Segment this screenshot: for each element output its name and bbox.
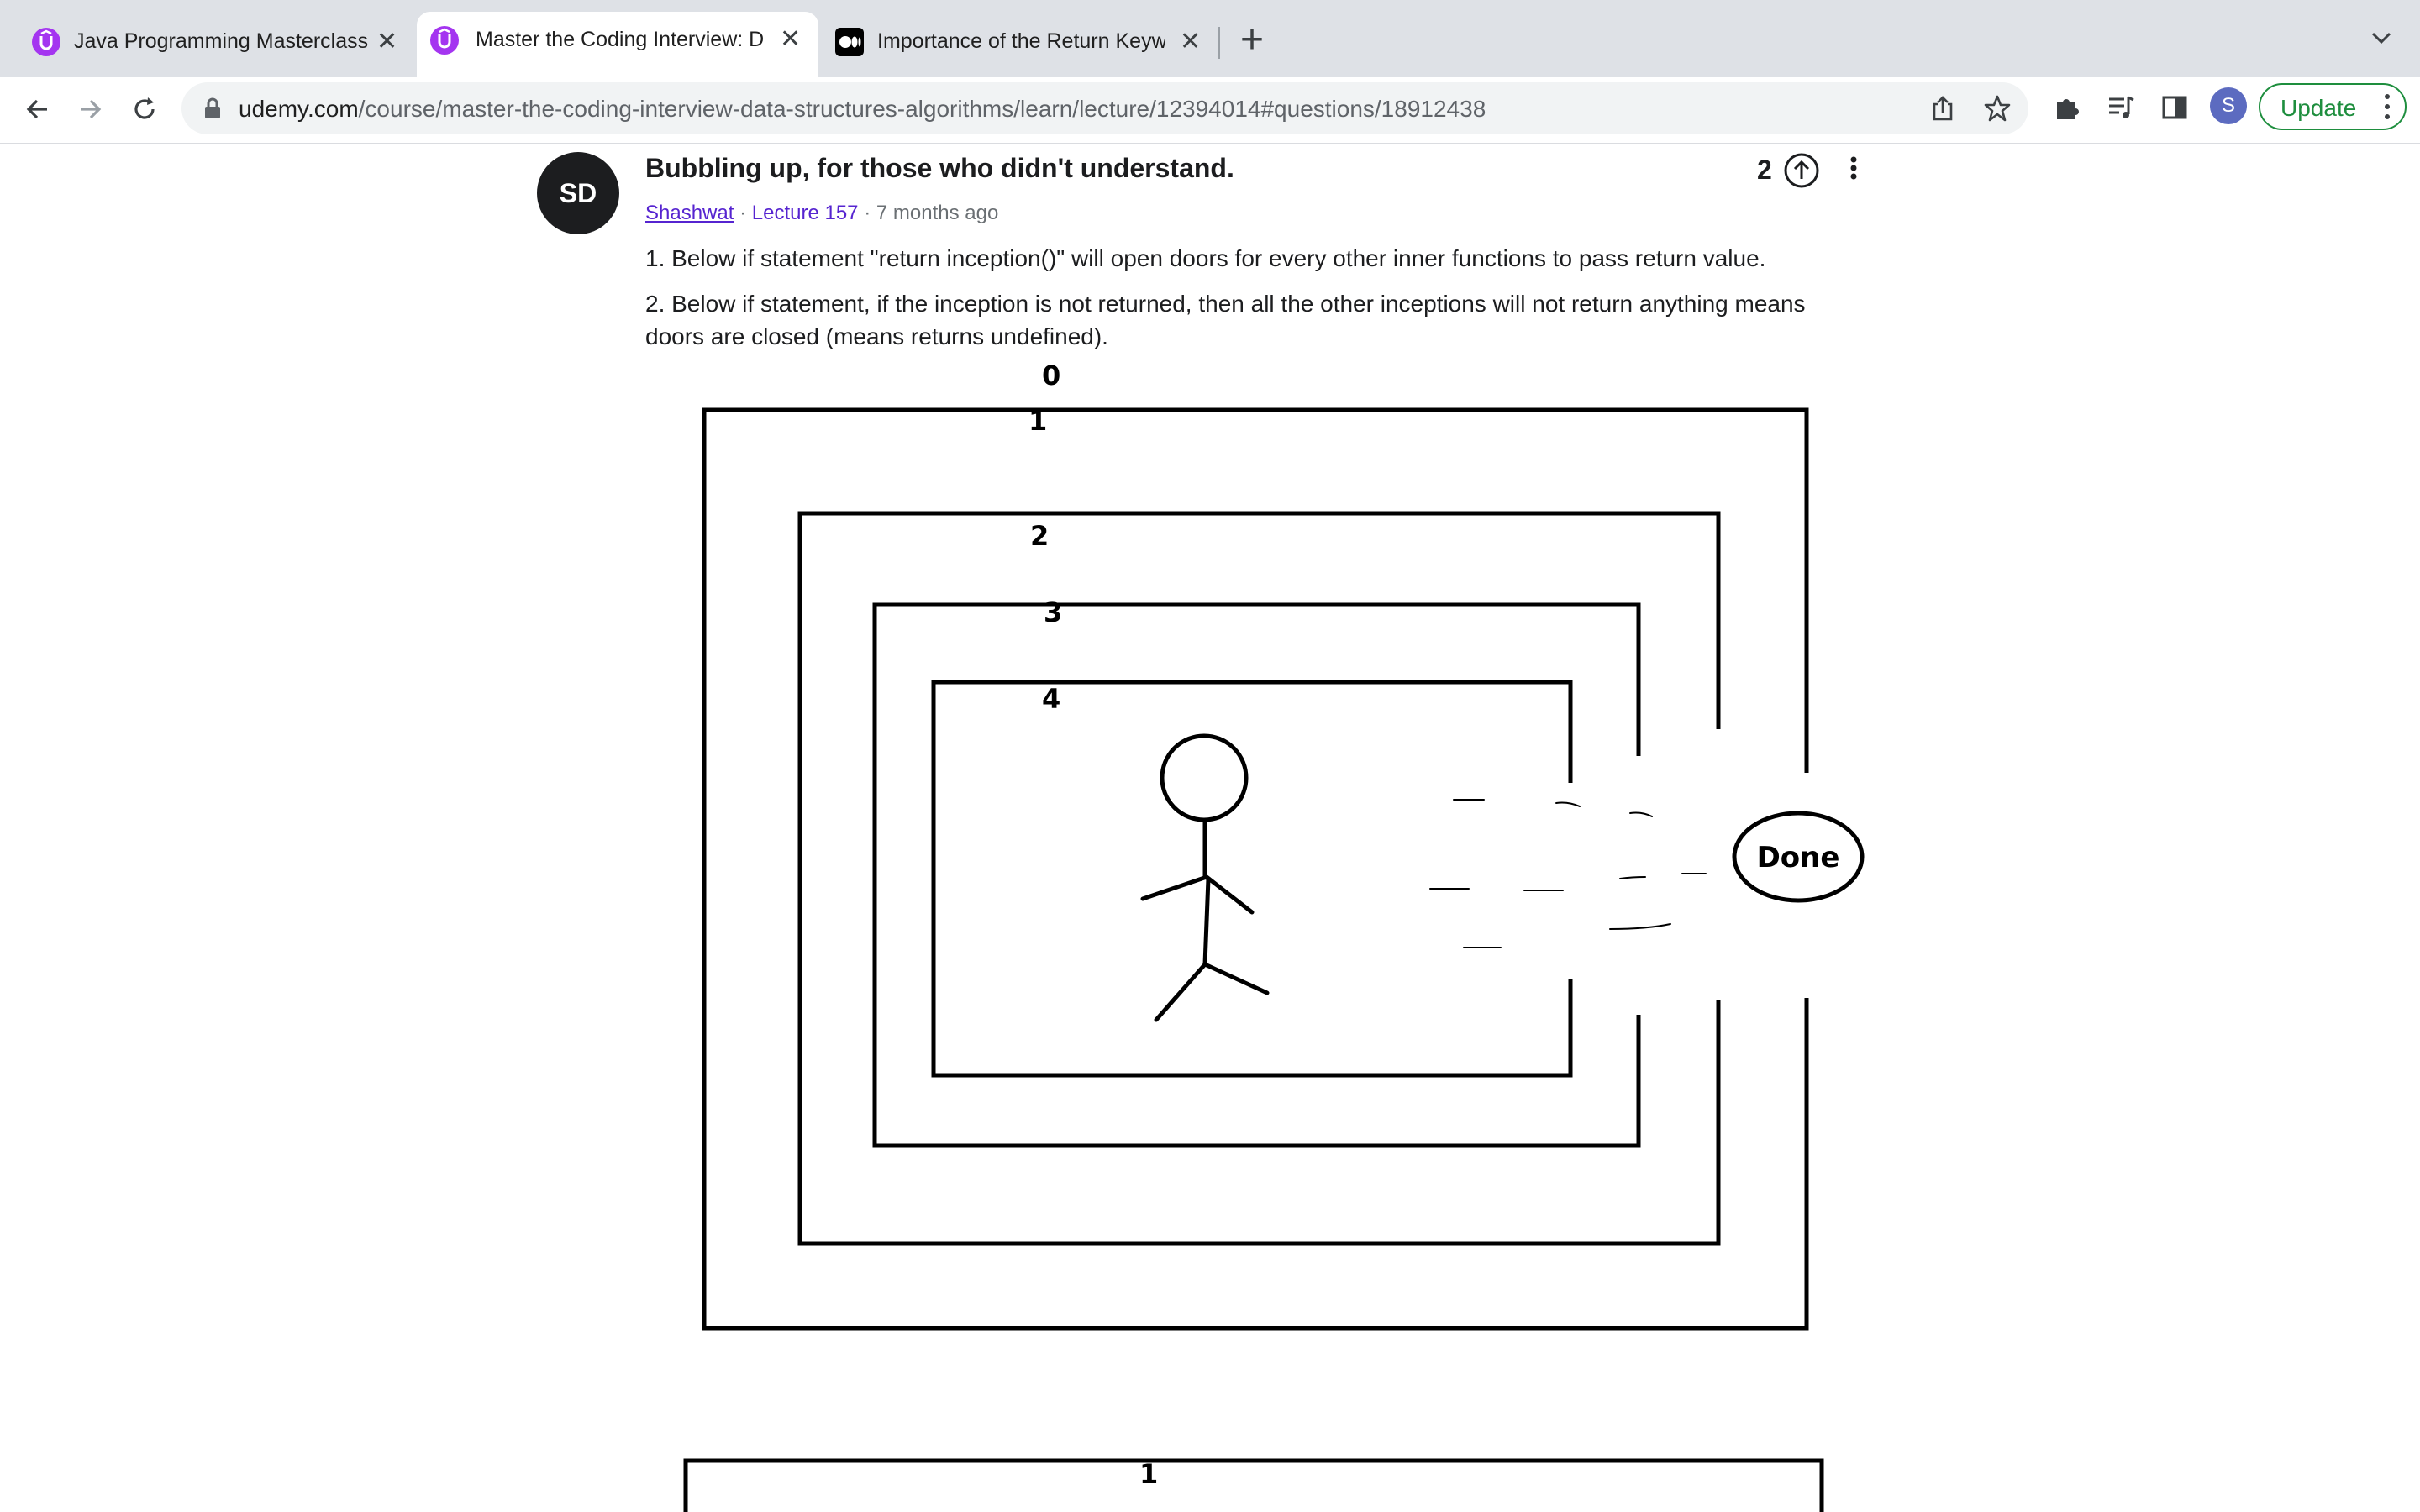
done-label: Done (1757, 841, 1840, 874)
box-level-3 (872, 602, 1641, 1148)
stick-figure (1140, 733, 1270, 1022)
level-label-4: 4 (1042, 683, 1060, 715)
level-label-2: 2 (1030, 520, 1049, 552)
second-drawing-level-label: 1 (1139, 1458, 1158, 1490)
level-label-3: 3 (1044, 596, 1062, 628)
box-level-2 (797, 511, 1721, 1246)
nested-doors-drawing: Done 0 1 2 3 4 1 (683, 360, 1865, 1512)
motion-lines (1429, 799, 1707, 948)
level-label-1: 1 (1028, 405, 1047, 437)
box-level-1 (702, 407, 1809, 1331)
second-drawing-box (683, 1458, 1824, 1512)
level-label-0: 0 (1042, 360, 1060, 391)
box-level-4 (931, 680, 1573, 1078)
